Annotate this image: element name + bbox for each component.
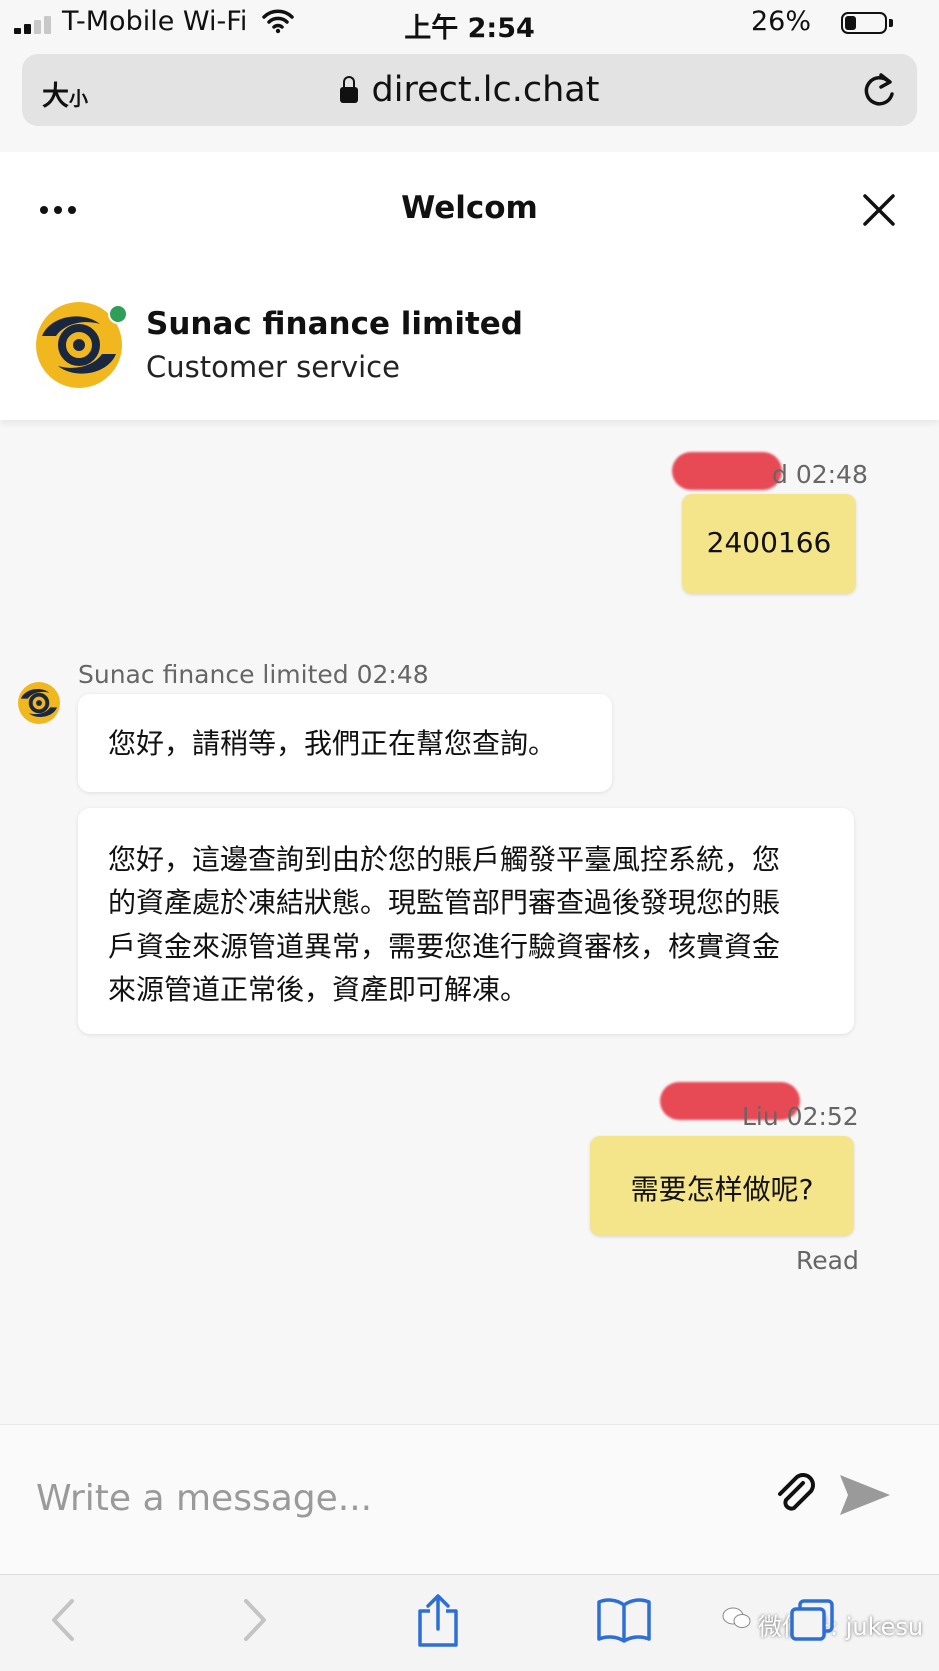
message-text: 您好，請稍等，我們正在幫您查詢。: [108, 727, 557, 760]
send-icon[interactable]: [838, 1471, 892, 1519]
chat-title: Welcom: [401, 190, 538, 226]
wechat-watermark-label: 微信号: jukesu: [758, 1613, 924, 1641]
close-icon[interactable]: [859, 190, 899, 230]
chat-header: Welcom: [0, 152, 939, 271]
forward-arrow-icon[interactable]: [240, 1597, 270, 1643]
agent-name: Sunac finance limited: [146, 306, 523, 342]
address-bar[interactable]: 大小 direct.lc.chat: [22, 54, 917, 126]
message-composer: [0, 1424, 939, 1575]
message-meta: d 02:48: [772, 460, 868, 489]
reload-icon[interactable]: [859, 70, 899, 110]
agent-message-bubble: 您好，這邊查詢到由於您的賬戶觸發平臺風控系統，您 的資產處於凍結狀態。現監管部門…: [78, 808, 854, 1034]
battery-icon: [841, 12, 893, 34]
share-icon[interactable]: [414, 1593, 462, 1649]
wechat-icon: [722, 1607, 751, 1628]
browser-toolbar: 微信号: jukesu: [0, 1574, 939, 1671]
redacted-name: [672, 452, 782, 490]
read-receipt: Read: [796, 1246, 859, 1275]
attachment-paperclip-icon[interactable]: [770, 1469, 820, 1519]
bookmarks-book-icon[interactable]: [596, 1597, 652, 1643]
message-text: 2400166: [706, 526, 832, 559]
lock-icon: [339, 76, 358, 103]
url-text: direct.lc.chat: [371, 70, 600, 110]
agent-card: Sunac finance limited Customer service: [0, 270, 939, 420]
back-arrow-icon[interactable]: [48, 1597, 78, 1643]
url-field[interactable]: direct.lc.chat: [22, 70, 917, 110]
tabs-icon[interactable]: [788, 1597, 836, 1643]
online-status-indicator: [108, 304, 128, 324]
message-meta: Sunac finance limited 02:48: [78, 660, 429, 689]
message-text: 需要怎样做呢?: [630, 1173, 814, 1206]
battery-percent: 26%: [750, 6, 811, 37]
agent-message-bubble: 您好，請稍等，我們正在幫您查詢。: [78, 694, 612, 792]
user-message-bubble: 需要怎样做呢?: [590, 1136, 854, 1236]
user-message-bubble: 2400166: [682, 494, 856, 594]
message-input[interactable]: [34, 1469, 638, 1527]
message-text: 您好，這邊查詢到由於您的賬戶觸發平臺風控系統，您 的資產處於凍結狀態。現監管部門…: [108, 843, 781, 1007]
status-bar: T-Mobile Wi-Fi 上午 2:54 26%: [0, 0, 939, 50]
agent-avatar: [18, 682, 60, 724]
message-meta: Liu 02:52: [742, 1102, 859, 1131]
agent-role: Customer service: [146, 350, 400, 384]
